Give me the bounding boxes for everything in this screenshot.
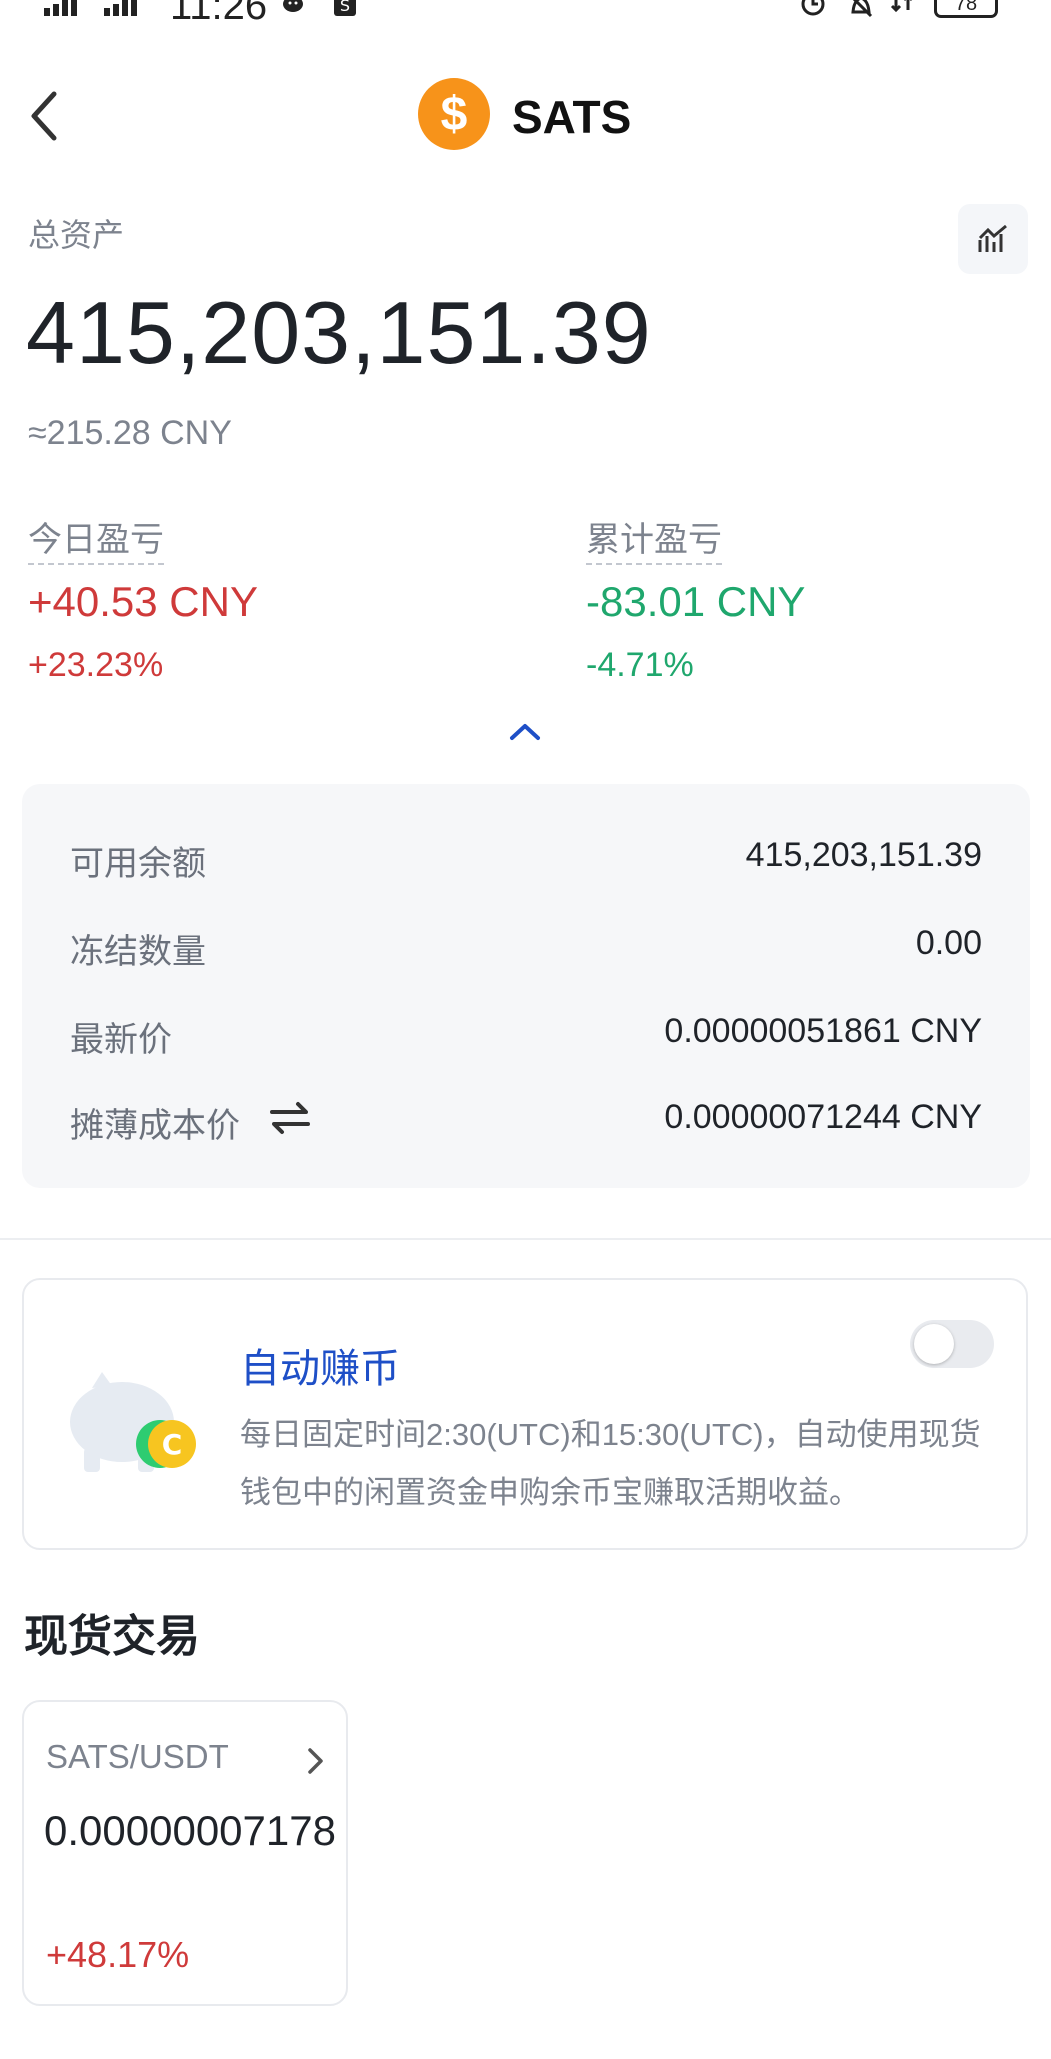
today-pnl-percent: +23.23% xyxy=(28,646,164,684)
alarm-icon xyxy=(801,0,825,16)
toggle-knob xyxy=(914,1324,954,1364)
auto-earn-title: 自动赚币 xyxy=(240,1347,400,1391)
mobile-data-icon xyxy=(890,0,912,13)
auto-earn-description: 每日固定时间2:30(UTC)和15:30(UTC)，自动使用现货钱包中的闲置资… xyxy=(240,1417,981,1510)
available-balance-value: 415,203,151.39 xyxy=(745,836,982,874)
frozen-amount-value: 0.00 xyxy=(915,924,982,962)
swap-arrows-icon[interactable] xyxy=(268,1100,312,1136)
mute-bell-icon xyxy=(851,0,873,18)
auto-earn-toggle[interactable] xyxy=(910,1320,994,1368)
wechat-icon xyxy=(283,0,303,12)
svg-text:S: S xyxy=(340,0,350,15)
latest-price-value: 0.00000051861 CNY xyxy=(664,1012,982,1050)
available-balance-label: 可用余额 xyxy=(70,845,206,883)
spot-trading-title: 现货交易 xyxy=(24,1612,200,1661)
coin-logo: $ xyxy=(418,78,490,150)
app-notification-icon: S xyxy=(334,0,356,16)
trading-pair-change: +48.17% xyxy=(46,1934,190,1975)
signal-strength-icon xyxy=(104,0,137,16)
trading-pair-price: 0.00000007178 xyxy=(44,1807,336,1854)
trading-pair-name: SATS/USDT xyxy=(46,1738,229,1775)
cumulative-pnl-value: -83.01 CNY xyxy=(586,578,806,625)
section-divider xyxy=(0,1238,1051,1240)
trading-pair-card[interactable]: SATS/USDT 0.00000007178 +48.17% xyxy=(22,1700,348,2006)
diluted-cost-value: 0.00000071244 CNY xyxy=(664,1098,982,1136)
chart-button[interactable] xyxy=(958,204,1028,274)
coin-name: SATS xyxy=(512,91,632,143)
balance-details-panel: 可用余额 415,203,151.39 冻结数量 0.00 最新价 0.0000… xyxy=(22,784,1030,1188)
latest-price-label: 最新价 xyxy=(70,1021,172,1059)
cumulative-pnl-label[interactable]: 累计盈亏 xyxy=(586,512,722,565)
total-assets-value: 415,203,151.39 xyxy=(26,283,652,382)
today-pnl-value: +40.53 CNY xyxy=(28,578,258,625)
today-pnl-label[interactable]: 今日盈亏 xyxy=(28,512,164,565)
status-bar: 11:26 S 78 xyxy=(0,0,1051,40)
back-button[interactable] xyxy=(26,88,66,144)
total-assets-cny: ≈215.28 CNY xyxy=(28,414,232,452)
frozen-amount-label: 冻结数量 xyxy=(70,933,206,971)
diluted-cost-label: 摊薄成本价 xyxy=(70,1107,240,1145)
total-assets-label: 总资产 xyxy=(28,217,125,253)
status-time: 11:26 xyxy=(170,0,268,28)
chevron-right-icon xyxy=(308,1748,323,1774)
svg-text:C: C xyxy=(162,1428,183,1461)
cumulative-pnl-percent: -4.71% xyxy=(586,646,694,684)
chart-trend-icon xyxy=(978,224,1007,252)
auto-earn-card: C 自动赚币 每日固定时间2:30(UTC)和15:30(UTC)，自动使用现货… xyxy=(22,1278,1028,1550)
piggy-bank-icon: C xyxy=(70,1372,196,1472)
collapse-chevron-up-icon[interactable] xyxy=(508,720,542,744)
battery-icon: 78 xyxy=(934,0,998,18)
signal-strength-icon xyxy=(44,0,77,16)
